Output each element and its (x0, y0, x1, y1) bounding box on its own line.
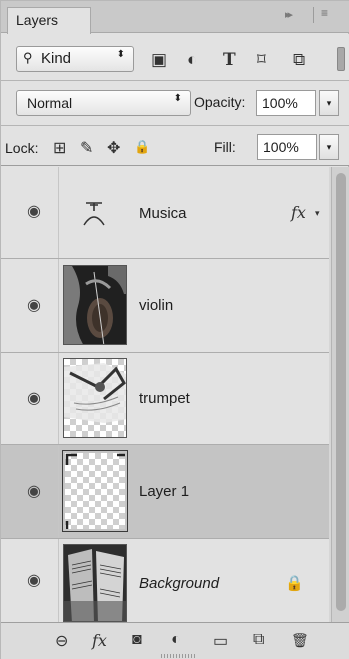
search-icon: ⚲ (23, 50, 33, 65)
adjustment-layer-filter-icon[interactable]: ◐ (187, 50, 197, 70)
layer-row-layer-1[interactable]: ◉ Layer 1 (1, 445, 329, 539)
fill-input[interactable]: 100% (257, 134, 317, 160)
layer-row-violin[interactable]: ◉ violin (1, 259, 329, 353)
tab-label: Layers (16, 12, 59, 28)
layers-scrollbar[interactable] (331, 167, 349, 622)
link-layers-icon[interactable]: ⊖ (55, 631, 68, 651)
select-arrows-icon: ⬍ (116, 49, 125, 60)
blend-mode-select[interactable]: Normal ⬍ (16, 90, 191, 116)
layer-name: violin (139, 297, 174, 314)
lock-transparent-pixels-icon[interactable]: ⊞ (53, 138, 66, 158)
filter-kind-select[interactable]: ⚲ Kind ⬍ (16, 46, 134, 72)
layer-effects-icon[interactable]: fx (291, 203, 306, 222)
divider (58, 539, 59, 622)
layer-name: Musica (139, 205, 187, 222)
chevron-down-icon: ▾ (326, 142, 332, 152)
smart-object-filter-icon[interactable]: ⧉ (293, 50, 305, 70)
layer-row-background[interactable]: ◉ Background 🔒 (1, 539, 329, 622)
layer-row-trumpet[interactable]: ◉ trumpet (1, 353, 329, 445)
layer-thumbnail (62, 450, 128, 532)
blend-row: Normal ⬍ Opacity: 100% ▾ (1, 81, 349, 126)
type-layer-filter-icon[interactable]: T (223, 50, 236, 70)
select-arrows-icon: ⬍ (173, 93, 182, 104)
pixel-layer-filter-icon[interactable]: ▣ (151, 50, 167, 70)
opacity-dropdown-button[interactable]: ▾ (319, 90, 339, 116)
layer-name: trumpet (139, 390, 190, 407)
divider (58, 259, 59, 352)
layers-bottom-toolbar: ⊖ fx ◙ ◐ ▭ ⧉ 🗑 (1, 622, 349, 659)
visibility-eye-icon[interactable]: ◉ (24, 298, 44, 314)
layer-thumbnail (63, 358, 127, 438)
shape-layer-filter-icon[interactable]: ⌑ (257, 50, 266, 70)
lock-image-pixels-icon[interactable]: ✎ (80, 138, 93, 158)
divider (313, 7, 314, 23)
layers-list: ◉ Musica fx ▾ ◉ violin ◉ trumpet ◉ Layer… (1, 167, 349, 622)
divider (58, 167, 59, 258)
scrollbar-thumb[interactable] (336, 173, 346, 611)
filter-toggle-switch[interactable] (337, 47, 345, 71)
add-layer-mask-icon[interactable]: ◙ (132, 631, 142, 649)
new-adjustment-layer-icon[interactable]: ◐ (171, 631, 181, 649)
visibility-eye-icon[interactable]: ◉ (24, 391, 44, 407)
visibility-eye-icon[interactable]: ◉ (24, 204, 44, 220)
divider (58, 445, 59, 538)
lock-all-icon[interactable]: 🔒 (134, 139, 150, 155)
panel-tab-bar: Layers ▸▸ ≡ (1, 1, 349, 34)
new-layer-icon[interactable]: ⧉ (253, 631, 264, 649)
layer-name: Background (139, 575, 220, 592)
tab-layers[interactable]: Layers (7, 7, 91, 34)
expand-effects-icon[interactable]: ▾ (315, 208, 320, 219)
blend-mode-label: Normal (27, 95, 73, 111)
sheet-music-thumbnail-image (64, 545, 126, 621)
selection-corners-icon (65, 453, 125, 529)
layer-thumbnail (63, 265, 127, 345)
filter-row: ⚲ Kind ⬍ ▣ ◐ T ⌑ ⧉ (1, 34, 349, 81)
opacity-input[interactable]: 100% (256, 90, 316, 116)
layer-name: Layer 1 (139, 483, 190, 500)
lock-position-icon[interactable]: ✥ (107, 138, 120, 158)
divider (58, 353, 59, 444)
fill-label: Fill: (214, 139, 236, 155)
opacity-label: Opacity: (194, 94, 246, 110)
layers-panel: Layers ▸▸ ≡ ⚲ Kind ⬍ ▣ ◐ T ⌑ ⧉ Normal ⬍ … (0, 0, 349, 659)
resize-grip[interactable] (161, 654, 197, 658)
chevron-down-icon: ▾ (326, 98, 332, 108)
panel-menu-icon[interactable]: ≡ (321, 6, 328, 20)
trumpet-thumbnail-image (64, 363, 126, 423)
fill-dropdown-button[interactable]: ▾ (319, 134, 339, 160)
visibility-eye-icon[interactable]: ◉ (24, 573, 44, 589)
violin-thumbnail-image (64, 266, 126, 344)
new-group-icon[interactable]: ▭ (213, 631, 228, 651)
add-layer-style-icon[interactable]: fx (92, 631, 107, 650)
text-layer-icon (83, 202, 105, 226)
lock-label: Lock: (5, 140, 39, 156)
layer-row-musica[interactable]: ◉ Musica fx ▾ (1, 167, 329, 259)
visibility-eye-icon[interactable]: ◉ (24, 484, 44, 500)
delete-layer-icon[interactable]: 🗑 (291, 632, 309, 649)
layer-thumbnail (63, 544, 127, 622)
collapse-panel-icon[interactable]: ▸▸ (285, 8, 293, 21)
lock-row: Lock: ⊞ ✎ ✥ 🔒 Fill: 100% ▾ (1, 126, 349, 166)
lock-icon: 🔒 (285, 575, 304, 592)
filter-kind-label: Kind (41, 50, 72, 67)
